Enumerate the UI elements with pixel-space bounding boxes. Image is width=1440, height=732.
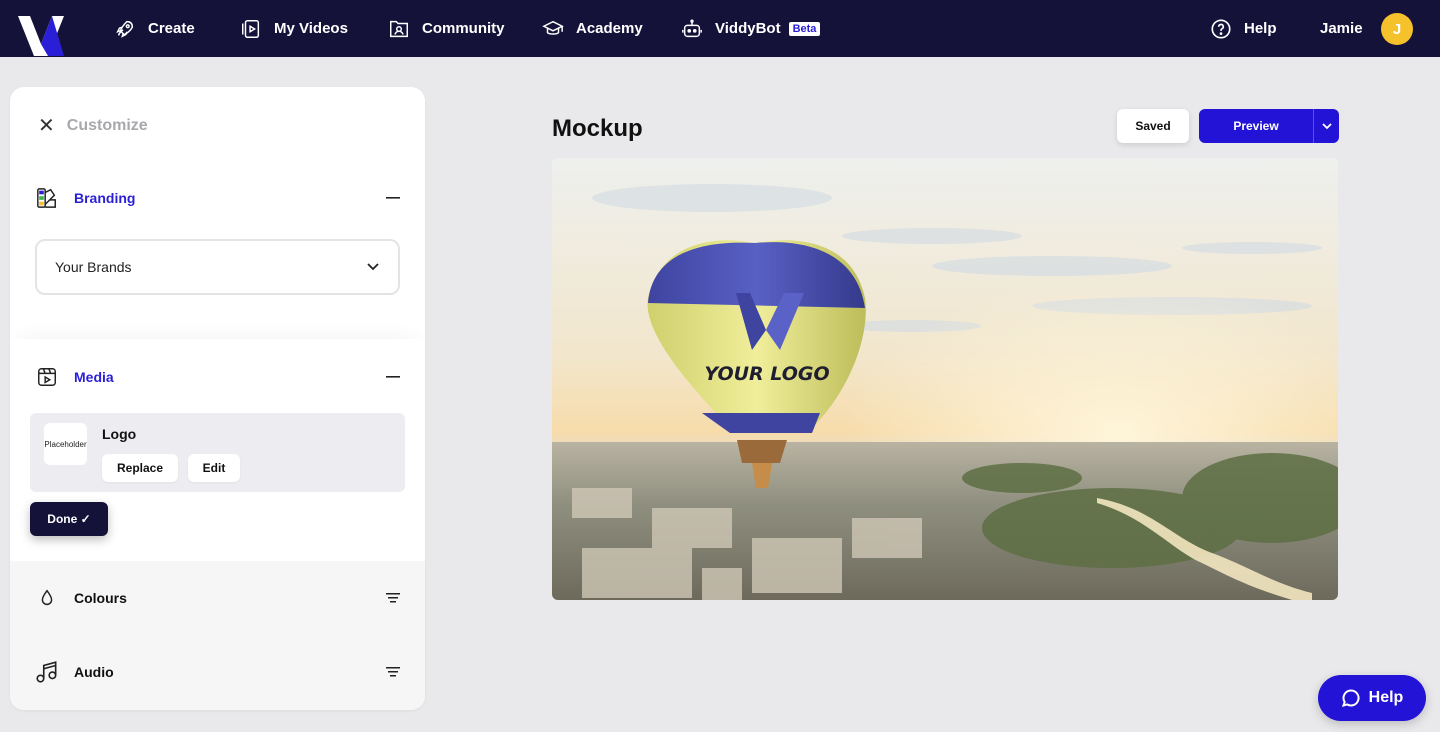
edit-button[interactable]: Edit xyxy=(188,454,240,482)
brand-select[interactable]: Your Brands xyxy=(35,239,400,295)
viddyoze-logo[interactable] xyxy=(16,8,66,56)
nav-community-label: Community xyxy=(422,20,505,37)
section-media[interactable]: Media xyxy=(10,352,425,402)
section-media-label: Media xyxy=(74,369,114,385)
nav-help-label: Help xyxy=(1244,20,1277,37)
filter-icon[interactable] xyxy=(385,664,401,680)
nav-my-videos[interactable]: My Videos xyxy=(240,0,348,57)
nav-viddybot-label: ViddyBot xyxy=(715,20,781,37)
logo-media-item: Placeholder Logo Replace Edit xyxy=(30,413,405,492)
customize-panel: ✕ Customize Branding Your Brands Media P… xyxy=(10,87,425,710)
section-colours[interactable]: Colours xyxy=(10,573,425,623)
nav-community[interactable]: Community xyxy=(388,0,505,57)
section-colours-label: Colours xyxy=(74,590,127,606)
robot-icon xyxy=(682,19,702,37)
brand-select-value: Your Brands xyxy=(55,259,132,275)
video-frame: YOUR LOGO xyxy=(552,158,1338,600)
preview-dropdown-button[interactable] xyxy=(1313,109,1339,143)
community-icon xyxy=(390,20,408,37)
close-icon[interactable]: ✕ xyxy=(38,113,55,138)
beta-badge: Beta xyxy=(788,21,821,36)
section-branding-label: Branding xyxy=(74,190,136,206)
page-title: Mockup xyxy=(552,115,643,142)
rocket-icon xyxy=(116,20,134,38)
replace-button[interactable]: Replace xyxy=(102,454,178,482)
nav-my-videos-label: My Videos xyxy=(274,20,348,37)
chevron-down-icon xyxy=(1321,123,1332,130)
nav-academy-label: Academy xyxy=(576,20,643,37)
nav-create-label: Create xyxy=(148,20,195,37)
user-menu[interactable]: Jamie xyxy=(1320,0,1363,57)
question-circle-icon xyxy=(1211,18,1231,39)
droplet-icon xyxy=(41,589,53,606)
balloon-logo-text: YOUR LOGO xyxy=(704,363,829,385)
panel-title: Customize xyxy=(66,116,148,134)
collapse-icon[interactable] xyxy=(385,369,401,385)
top-navbar: Create My Videos Community Academy Viddy… xyxy=(0,0,1440,57)
help-chat-label: Help xyxy=(1368,689,1404,706)
chevron-down-icon xyxy=(367,263,379,271)
palette-icon xyxy=(37,188,56,208)
chat-bubble-icon xyxy=(1341,689,1360,708)
avatar[interactable]: J xyxy=(1381,13,1413,45)
nav-create[interactable]: Create xyxy=(114,0,195,57)
help-chat-button[interactable]: Help xyxy=(1318,675,1426,721)
preview-button[interactable]: Preview xyxy=(1199,109,1313,143)
panel-header: ✕ Customize xyxy=(38,113,148,138)
section-audio-label: Audio xyxy=(74,664,114,680)
logo-thumbnail[interactable]: Placeholder xyxy=(44,423,87,465)
filter-icon[interactable] xyxy=(385,590,401,606)
user-name: Jamie xyxy=(1320,20,1363,37)
video-preview[interactable]: YOUR LOGO xyxy=(552,158,1338,600)
section-branding[interactable]: Branding xyxy=(10,173,425,223)
nav-help[interactable]: Help xyxy=(1210,0,1277,57)
done-button[interactable]: Done ✓ xyxy=(30,502,108,536)
collapse-icon[interactable] xyxy=(385,190,401,206)
section-audio[interactable]: Audio xyxy=(10,647,425,697)
music-note-icon xyxy=(36,661,57,683)
nav-viddybot[interactable]: ViddyBot Beta xyxy=(681,0,821,57)
videos-icon xyxy=(242,19,260,38)
media-icon xyxy=(38,368,56,386)
saved-button[interactable]: Saved xyxy=(1117,109,1189,143)
logo-item-name: Logo xyxy=(102,426,137,442)
graduation-cap-icon xyxy=(542,20,564,35)
nav-academy[interactable]: Academy xyxy=(542,0,643,57)
